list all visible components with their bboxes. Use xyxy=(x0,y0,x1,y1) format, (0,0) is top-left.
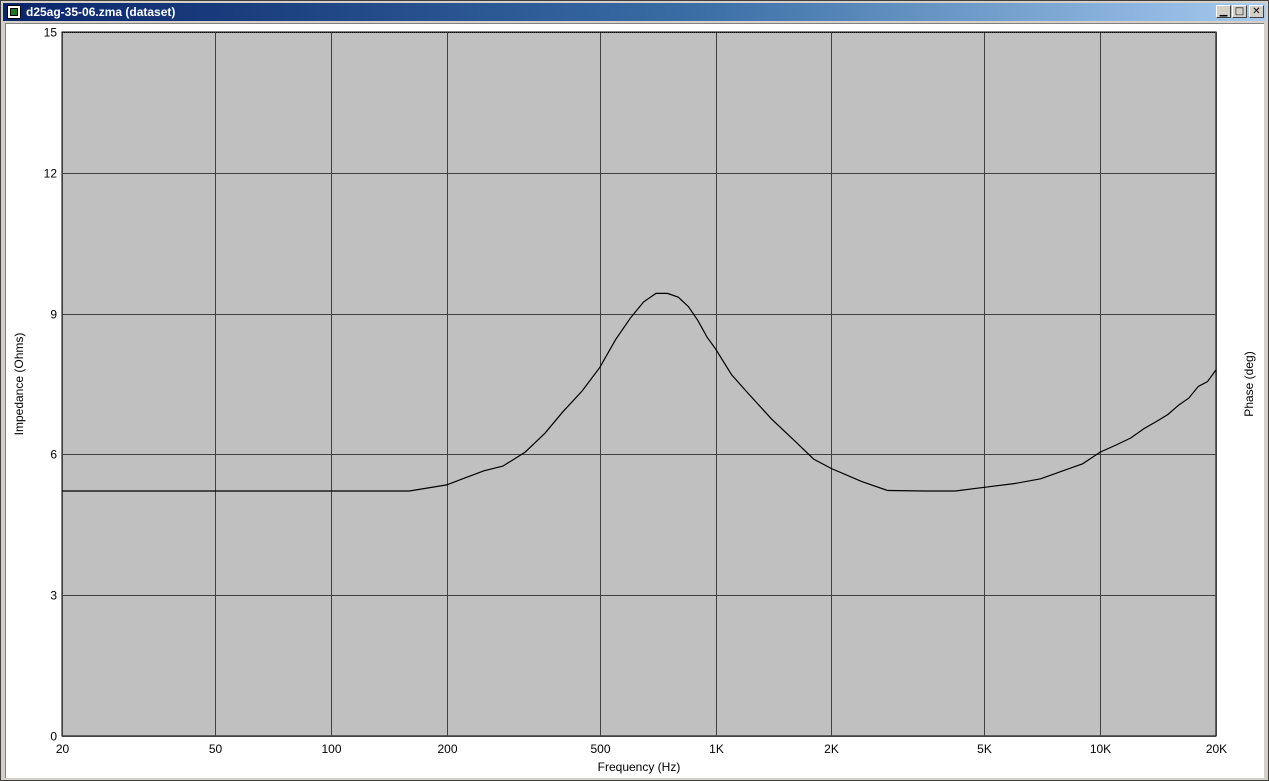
maximize-button[interactable]: □ xyxy=(1232,5,1247,18)
app-window: d25ag-35-06.zma (dataset) ▁ □ ✕ 20 50 100 2… xyxy=(0,0,1269,781)
y-axis-label: Impedance (Ohms) xyxy=(12,333,26,436)
x-tick-label: 5K xyxy=(977,742,992,756)
y-tick-label: 12 xyxy=(44,167,58,181)
minimize-button[interactable]: ▁ xyxy=(1216,5,1231,18)
y-tick-label: 0 xyxy=(50,730,57,744)
y-tick-label: 3 xyxy=(50,589,57,603)
y-tick-label: 6 xyxy=(50,448,57,462)
x-axis-label: Frequency (Hz) xyxy=(598,760,681,774)
chart-area: 20 50 100 200 500 1K 2K 5K 10K 20K 0 3 6 9 12 15 Frequen… xyxy=(5,23,1264,778)
y-tick-label: 9 xyxy=(50,308,57,322)
x-tick-label: 200 xyxy=(437,742,457,756)
x-tick-label: 50 xyxy=(209,742,223,756)
app-icon[interactable] xyxy=(7,5,21,19)
plot-background xyxy=(61,31,1217,737)
y-tick-label: 15 xyxy=(44,26,58,40)
y2-axis-label: Phase (deg) xyxy=(1242,351,1256,416)
close-button[interactable]: ✕ xyxy=(1249,5,1264,18)
x-tick-label: 10K xyxy=(1090,742,1111,756)
window-title: d25ag-35-06.zma (dataset) xyxy=(26,5,176,19)
x-tick-label: 2K xyxy=(824,742,839,756)
x-tick-label: 20K xyxy=(1206,742,1227,756)
title-bar[interactable]: d25ag-35-06.zma (dataset) ▁ □ ✕ xyxy=(3,3,1266,21)
x-tick-label: 100 xyxy=(321,742,341,756)
x-tick-label: 500 xyxy=(590,742,610,756)
x-tick-label: 1K xyxy=(709,742,724,756)
impedance-chart: 20 50 100 200 500 1K 2K 5K 10K 20K 0 3 6 9 12 15 Frequen… xyxy=(12,26,1256,775)
x-tick-label: 20 xyxy=(56,742,70,756)
